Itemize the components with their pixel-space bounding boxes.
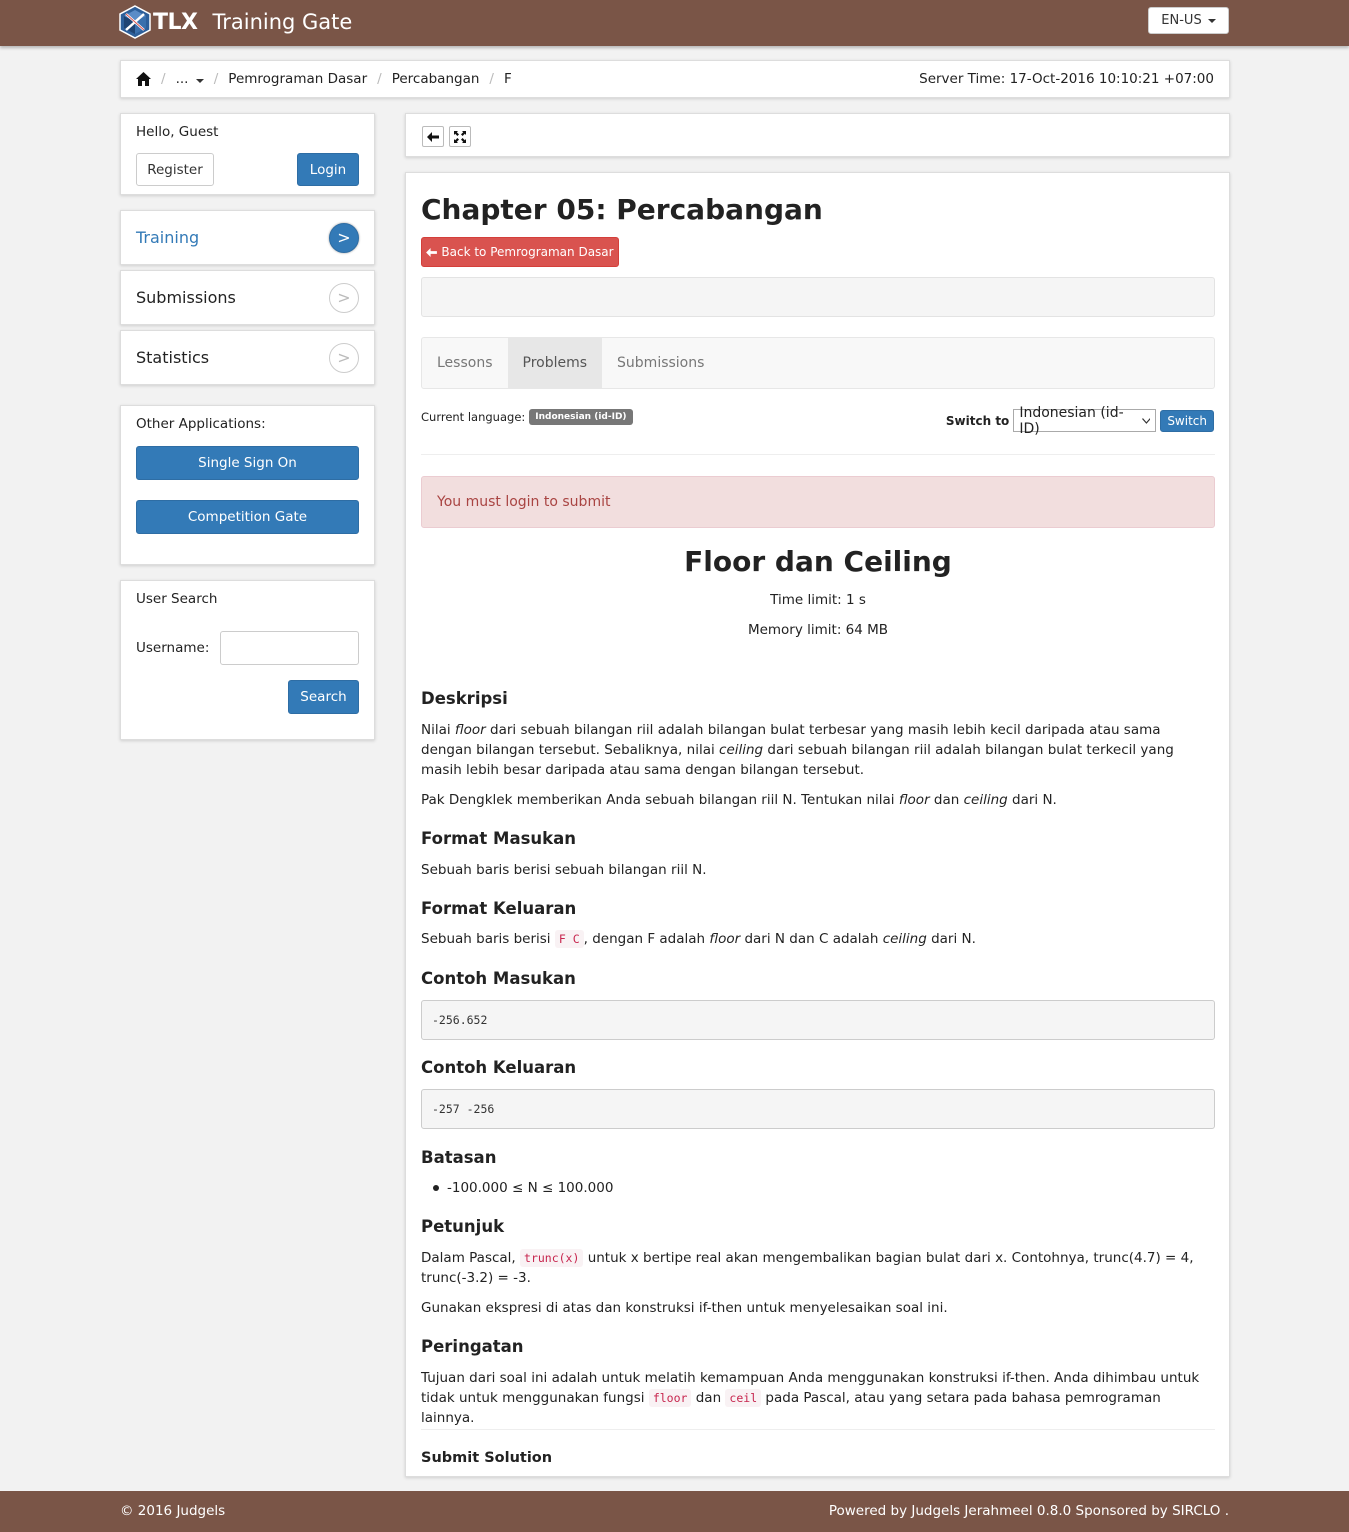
current-language: Current language: Indonesian (id-ID) — [421, 409, 633, 425]
language-dropdown[interactable]: EN-US — [1148, 7, 1229, 34]
username-input[interactable] — [220, 631, 359, 665]
description-paragraph: Nilai floor dari sebuah bilangan riil ad… — [421, 722, 1174, 778]
home-icon[interactable] — [136, 72, 151, 86]
sidebar-item-submissions[interactable]: Submissions > — [120, 270, 375, 325]
other-applications-title: Other Applications: — [136, 416, 266, 432]
main-content: Chapter 05: Percabangan Back to Pemrogra… — [405, 172, 1230, 1477]
register-button[interactable]: Register — [136, 153, 214, 186]
chevron-down-icon — [1141, 417, 1151, 424]
search-button[interactable]: Search — [288, 680, 359, 714]
caret-down-icon — [195, 79, 204, 83]
tlx-logo-icon — [119, 5, 151, 39]
sidebar-item-label: Training — [136, 228, 200, 247]
tab-submissions[interactable]: Submissions — [602, 338, 719, 388]
login-button[interactable]: Login — [297, 153, 359, 186]
app-title: Training Gate — [212, 10, 353, 34]
problem-toolbar — [405, 113, 1230, 157]
section-submit-solution: Submit Solution — [421, 1450, 553, 1466]
hint-paragraph: Dalam Pascal, trunc(x) untuk x bertipe r… — [421, 1249, 1194, 1286]
breadcrumb-separator: / — [213, 71, 219, 87]
section-contoh-keluaran: Contoh Keluaran — [421, 1058, 577, 1077]
top-navbar: TLX Training Gate EN-US — [0, 0, 1349, 46]
competition-gate-button[interactable]: Competition Gate — [136, 500, 359, 534]
sidebar-item-training[interactable]: Training > — [120, 210, 375, 265]
time-limit: Time limit: 1 s — [770, 592, 866, 608]
other-applications-panel: Other Applications: Single Sign On Compe… — [120, 405, 375, 565]
single-sign-on-button[interactable]: Single Sign On — [136, 446, 359, 480]
current-language-label: Current language: — [421, 410, 526, 424]
sidebar-item-label: Statistics — [136, 348, 210, 367]
chevron-right-icon: > — [329, 342, 359, 373]
language-switcher: Switch to Indonesian (id-ID) Switch — [945, 405, 1214, 437]
arrow-left-icon — [426, 247, 438, 257]
breadcrumb-separator: / — [489, 71, 494, 87]
chevron-right-icon: > — [329, 222, 359, 253]
hint-paragraph: Gunakan ekspresi di atas dan konstruksi … — [421, 1300, 948, 1316]
sidebar-item-label: Submissions — [136, 288, 236, 307]
sidebar-item-statistics[interactable]: Statistics > — [120, 330, 375, 385]
chevron-right-icon: > — [329, 282, 359, 313]
user-panel: Hello, Guest Register Login — [120, 113, 375, 195]
language-select[interactable]: Indonesian (id-ID) — [1013, 405, 1157, 437]
logo-text: TLX — [153, 9, 198, 35]
breadcrumb-more[interactable]: ... — [176, 71, 204, 87]
back-arrow-button[interactable] — [422, 126, 444, 147]
user-search-panel: User Search Username: Search — [120, 580, 375, 740]
footer-copyright: © 2016 Judgels — [120, 1503, 226, 1519]
problem-title: Floor dan Ceiling — [684, 545, 952, 578]
fullscreen-icon — [454, 130, 466, 143]
breadcrumb-separator: / — [161, 71, 166, 87]
tab-lessons[interactable]: Lessons — [422, 338, 508, 388]
input-format-text: Sebuah baris berisi sebuah bilangan riil… — [421, 862, 707, 878]
section-contoh-masukan: Contoh Masukan — [421, 969, 576, 988]
bullet-icon — [433, 1185, 439, 1191]
section-batasan: Batasan — [421, 1148, 497, 1167]
divider — [421, 1429, 1215, 1430]
section-peringatan: Peringatan — [421, 1337, 524, 1356]
output-format-text: Sebuah baris berisi F C, dengan F adalah… — [421, 930, 976, 948]
warning-paragraph: Tujuan dari soal ini adalah untuk melati… — [421, 1370, 1200, 1426]
section-format-keluaran: Format Keluaran — [421, 899, 577, 918]
divider — [421, 454, 1215, 455]
footer-powered-by: Powered by Judgels Jerahmeel 0.8.0 Spons… — [828, 1503, 1229, 1519]
caret-down-icon — [1207, 18, 1216, 23]
server-time: Server Time: 17-Oct-2016 10:10:21 +07:00 — [919, 71, 1214, 87]
language-label: EN-US — [1161, 13, 1202, 28]
arrow-left-icon — [427, 131, 439, 142]
fullscreen-button[interactable] — [449, 126, 471, 147]
login-alert: You must login to submit — [421, 476, 1215, 528]
greeting: Hello, Guest — [136, 124, 219, 140]
breadcrumb-course[interactable]: Pemrograman Dasar — [228, 71, 367, 87]
memory-limit: Memory limit: 64 MB — [747, 622, 889, 638]
footer: © 2016 Judgels Powered by Judgels Jerahm… — [0, 1491, 1349, 1532]
sample-input: -256.652 — [421, 1000, 1215, 1040]
brand[interactable]: TLX Training Gate — [119, 5, 352, 39]
sample-output: -257 -256 — [421, 1089, 1215, 1129]
breadcrumb-separator: / — [377, 71, 382, 87]
section-petunjuk: Petunjuk — [421, 1217, 505, 1236]
breadcrumb-chapter[interactable]: Percabangan — [392, 71, 480, 87]
section-deskripsi: Deskripsi — [421, 689, 1215, 709]
description-paragraph: Pak Dengklek memberikan Anda sebuah bila… — [421, 792, 1057, 808]
user-search-title: User Search — [136, 591, 218, 607]
section-format-masukan: Format Masukan — [421, 829, 577, 848]
constraint-item: -100.000 ≤ N ≤ 100.000 — [421, 1178, 1215, 1198]
switch-to-label: Switch to — [945, 413, 1010, 428]
chapter-description-well — [421, 277, 1215, 317]
username-label: Username: — [136, 640, 210, 656]
switch-language-button[interactable]: Switch — [1160, 409, 1214, 432]
section-heading: Deskripsi — [421, 689, 508, 708]
current-language-badge: Indonesian (id-ID) — [529, 409, 633, 425]
breadcrumb: / ... / Pemrograman Dasar / Percabangan … — [120, 60, 1230, 98]
chapter-title: Chapter 05: Percabangan — [421, 193, 823, 226]
tab-problems[interactable]: Problems — [507, 338, 603, 388]
breadcrumb-problem[interactable]: F — [504, 71, 512, 87]
back-to-course-button[interactable]: Back to Pemrograman Dasar — [421, 237, 619, 267]
chapter-tabs: Lessons Problems Submissions — [421, 337, 1215, 389]
